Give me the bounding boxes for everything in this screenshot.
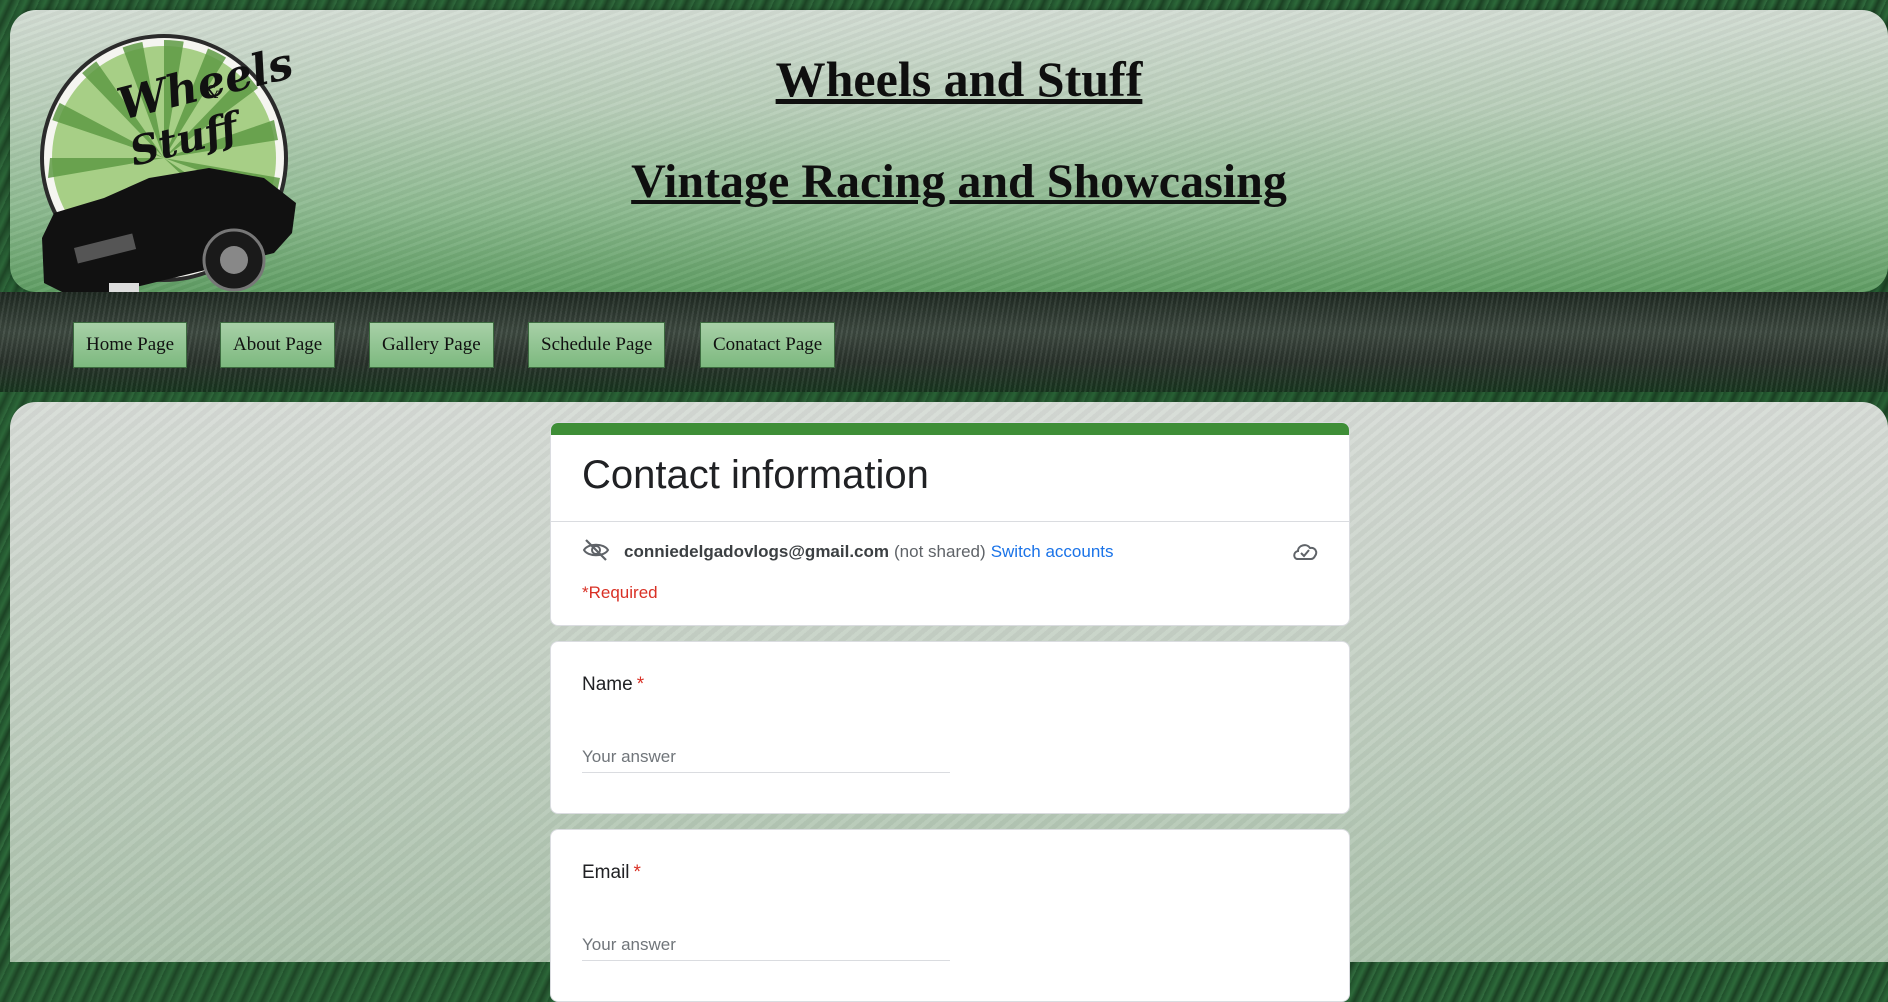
site-title: Wheels and Stuff bbox=[775, 51, 1143, 107]
required-star: * bbox=[636, 674, 645, 695]
nav-about-page[interactable]: About Page bbox=[220, 322, 336, 368]
not-shared-label: (not shared) bbox=[894, 542, 986, 561]
email-input[interactable] bbox=[582, 930, 950, 961]
divider bbox=[551, 521, 1349, 522]
nav-gallery-page[interactable]: Gallery Page bbox=[369, 322, 494, 368]
form-title: Contact information bbox=[582, 453, 929, 497]
eye-off-icon bbox=[582, 538, 610, 567]
required-star: * bbox=[633, 862, 641, 883]
question-card-email: Email * bbox=[550, 829, 1350, 1002]
nav-home-page[interactable]: Home Page bbox=[73, 322, 188, 368]
cloud-check-icon bbox=[1291, 539, 1319, 565]
form-header-card: Contact information conniedelgadovlogs@g… bbox=[550, 422, 1350, 626]
question-label: Email * bbox=[582, 862, 641, 884]
name-input[interactable] bbox=[582, 742, 950, 773]
required-note: *Required bbox=[582, 583, 658, 602]
question-label: Name * bbox=[582, 674, 644, 696]
form-accent-bar bbox=[551, 423, 1349, 435]
site-header: Wheels Stuff & Wheels and Stuff Vintage … bbox=[10, 10, 1888, 298]
nav-contact-page[interactable]: Conatact Page bbox=[700, 322, 836, 368]
account-email: conniedelgadovlogs@gmail.com bbox=[624, 542, 890, 561]
site-subtitle: Vintage Racing and Showcasing bbox=[631, 155, 1287, 208]
question-label-text: Email bbox=[582, 862, 630, 883]
question-label-text: Name bbox=[582, 674, 633, 695]
question-card-name: Name * bbox=[550, 641, 1350, 814]
nav-bar: Home Page About Page Gallery Page Schedu… bbox=[0, 292, 1888, 392]
switch-accounts-link[interactable]: Switch accounts bbox=[991, 542, 1114, 562]
account-row: conniedelgadovlogs@gmail.com (not shared… bbox=[582, 537, 1114, 567]
nav-schedule-page[interactable]: Schedule Page bbox=[528, 322, 666, 368]
